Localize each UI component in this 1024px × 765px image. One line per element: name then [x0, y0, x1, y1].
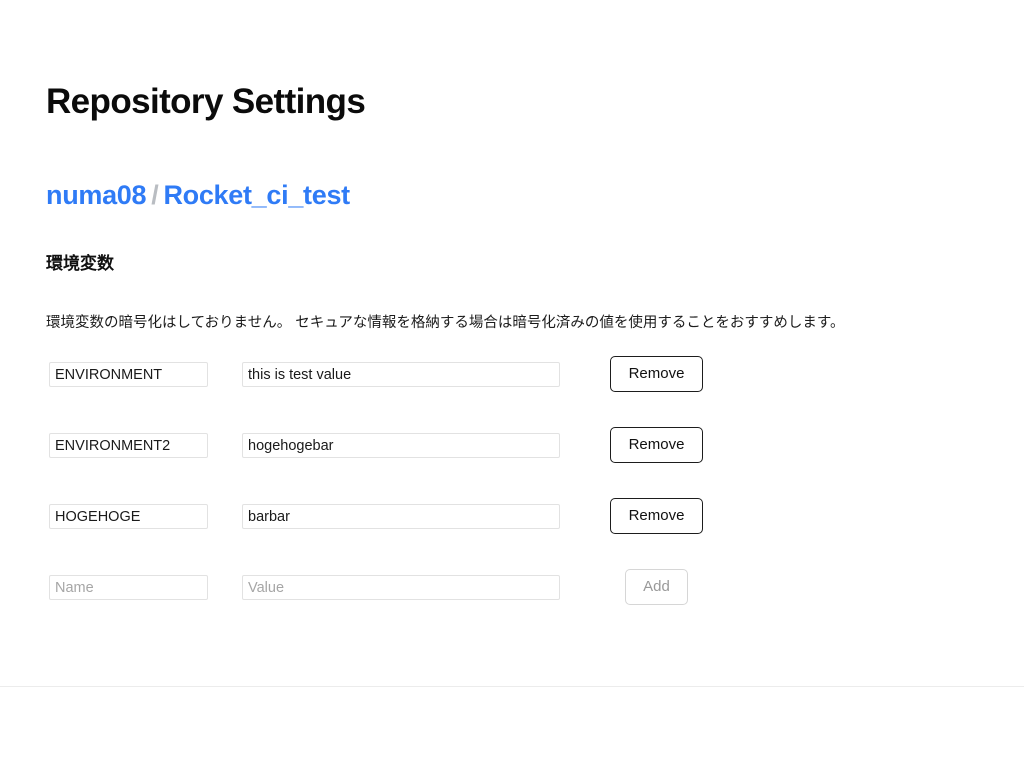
table-row: Remove — [0, 350, 1024, 421]
new-env-value-input[interactable] — [242, 575, 560, 600]
add-button[interactable]: Add — [625, 569, 688, 605]
environment-variables-list: Remove Remove Remove Add — [0, 350, 1024, 634]
table-row: Remove — [0, 421, 1024, 492]
breadcrumb-owner-link[interactable]: numa08 — [46, 180, 147, 210]
table-row: Remove — [0, 492, 1024, 563]
breadcrumb: numa08/Rocket_ci_test — [46, 180, 350, 211]
page-title: Repository Settings — [46, 82, 366, 121]
new-env-name-input[interactable] — [49, 575, 208, 600]
env-value-input[interactable] — [242, 362, 560, 387]
env-name-input[interactable] — [49, 362, 208, 387]
env-name-input[interactable] — [49, 433, 208, 458]
footer-divider — [0, 686, 1024, 687]
breadcrumb-separator: / — [151, 180, 159, 210]
env-value-input[interactable] — [242, 504, 560, 529]
env-section-description: 環境変数の暗号化はしておりません。 セキュアな情報を格納する場合は暗号化済みの値… — [46, 314, 845, 331]
env-name-input[interactable] — [49, 504, 208, 529]
env-section-heading: 環境変数 — [46, 254, 114, 273]
remove-button[interactable]: Remove — [610, 498, 703, 534]
remove-button[interactable]: Remove — [610, 427, 703, 463]
remove-button[interactable]: Remove — [610, 356, 703, 392]
breadcrumb-repo-link[interactable]: Rocket_ci_test — [163, 180, 350, 210]
env-value-input[interactable] — [242, 433, 560, 458]
repository-settings-page: Repository Settings numa08/Rocket_ci_tes… — [0, 0, 1024, 765]
table-row-new: Add — [0, 563, 1024, 634]
